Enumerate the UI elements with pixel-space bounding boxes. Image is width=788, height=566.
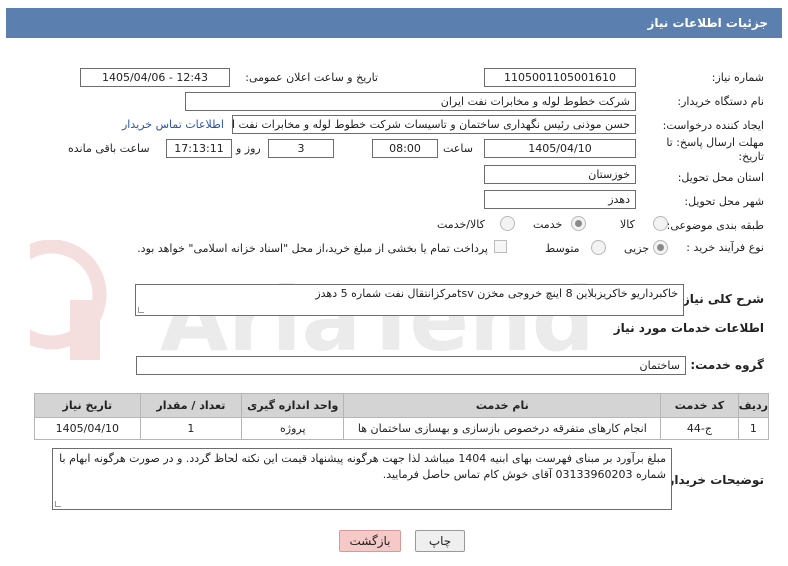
cell-unit: پروژه bbox=[241, 417, 345, 440]
contact-buyer-link[interactable]: اطلاعات تماس خریدار bbox=[122, 118, 224, 131]
category-label: طبقه بندی موضوعی: bbox=[666, 219, 764, 232]
category-option-both[interactable] bbox=[500, 216, 515, 231]
buyer-org-field: شرکت خطوط لوله و مخابرات نفت ایران bbox=[185, 92, 636, 111]
province-label: استان محل تحویل: bbox=[677, 171, 764, 184]
buyer-notes-label: توضیحات خریدار: bbox=[662, 473, 764, 487]
col-service-code: کد خدمت bbox=[660, 393, 739, 418]
watermark-logo-mark bbox=[70, 300, 100, 360]
buyer-notes-field: مبلغ برآورد بر مبنای فهرست بهای ابنیه 14… bbox=[52, 448, 672, 510]
table-row: 1 ج-44 انجام کارهای متفرقه درخصوص بازساز… bbox=[34, 417, 770, 440]
watermark-logo-ring bbox=[30, 240, 107, 350]
process-option-minor[interactable] bbox=[653, 240, 668, 255]
description-text: خاکبرداریو خاکریزبلاین 8 اینچ خروجی مخزن… bbox=[315, 287, 678, 300]
remaining-time-label: ساعت باقی مانده bbox=[68, 142, 150, 155]
col-need-date: تاریخ نیاز bbox=[34, 393, 141, 418]
requester-field: حسن موذنی رئیس نگهداری ساختمان و تاسیسات… bbox=[232, 115, 636, 134]
need-number-field: 1105001105001610 bbox=[484, 68, 636, 87]
treasury-payment-checkbox[interactable] bbox=[494, 240, 507, 253]
category-option-service-label: خدمت bbox=[533, 218, 563, 231]
description-label: شرح کلی نیاز: bbox=[678, 292, 764, 306]
cell-row-number: 1 bbox=[737, 417, 770, 440]
category-option-goods[interactable] bbox=[653, 216, 668, 231]
cell-need-date: 1405/04/10 bbox=[34, 417, 141, 440]
treasury-payment-note: پرداخت تمام یا بخشی از مبلغ خرید،از محل … bbox=[137, 242, 488, 255]
resize-handle[interactable] bbox=[138, 307, 144, 313]
province-field: خوزستان bbox=[484, 165, 636, 184]
col-quantity: تعداد / مقدار bbox=[139, 393, 243, 418]
service-group-label: گروه خدمت: bbox=[690, 358, 764, 372]
service-group-field: ساختمان bbox=[136, 356, 686, 375]
need-number-label: شماره نیاز: bbox=[711, 71, 764, 84]
back-button[interactable]: بازگشت bbox=[339, 530, 401, 552]
deadline-time-field: 08:00 bbox=[372, 139, 438, 158]
deadline-label: مهلت ارسال پاسخ: تا bbox=[666, 136, 764, 149]
buyer-notes-text: مبلغ برآورد بر مبنای فهرست بهای ابنیه 14… bbox=[59, 452, 666, 481]
category-option-goods-label: کالا bbox=[620, 218, 635, 231]
days-remaining-field: 3 bbox=[268, 139, 334, 158]
col-service-name: نام خدمت bbox=[343, 393, 662, 418]
cell-service-name: انجام کارهای متفرقه درخصوص بازسازی و بهس… bbox=[343, 417, 662, 440]
table-header-row: ردیف کد خدمت نام خدمت واحد اندازه گیری ت… bbox=[34, 393, 770, 418]
process-option-medium[interactable] bbox=[591, 240, 606, 255]
col-row-number: ردیف bbox=[737, 393, 770, 418]
col-unit: واحد اندازه گیری bbox=[241, 393, 345, 418]
remaining-time-field: 17:13:11 bbox=[166, 139, 232, 158]
cell-quantity: 1 bbox=[139, 417, 243, 440]
services-section-title: اطلاعات خدمات مورد نیاز bbox=[613, 321, 764, 335]
requester-label: ایجاد کننده درخواست: bbox=[662, 119, 764, 132]
resize-handle[interactable] bbox=[55, 501, 61, 507]
city-field: دهدز bbox=[484, 190, 636, 209]
category-option-both-label: کالا/خدمت bbox=[437, 218, 485, 231]
process-option-minor-label: جزیی bbox=[624, 242, 650, 255]
print-button[interactable]: چاپ bbox=[415, 530, 465, 552]
services-table: ردیف کد خدمت نام خدمت واحد اندازه گیری ت… bbox=[34, 393, 770, 440]
process-label: نوع فرآیند خرید : bbox=[686, 241, 764, 254]
announce-date-label: تاریخ و ساعت اعلان عمومی: bbox=[245, 71, 378, 84]
city-label: شهر محل تحویل: bbox=[684, 195, 764, 208]
category-option-service[interactable] bbox=[571, 216, 586, 231]
process-option-medium-label: متوسط bbox=[545, 242, 580, 255]
cell-service-code: ج-44 bbox=[660, 417, 739, 440]
page-header: جزئیات اطلاعات نیاز bbox=[6, 8, 782, 38]
announce-date-field: 1405/04/06 - 12:43 bbox=[80, 68, 230, 87]
deadline-date-field: 1405/04/10 bbox=[484, 139, 636, 158]
deadline-label-date: تاریخ: bbox=[738, 150, 764, 163]
deadline-time-label: ساعت bbox=[443, 142, 473, 155]
days-label: روز و bbox=[236, 142, 261, 155]
description-field: خاکبرداریو خاکریزبلاین 8 اینچ خروجی مخزن… bbox=[135, 284, 684, 316]
buyer-org-label: نام دستگاه خریدار: bbox=[677, 95, 764, 108]
